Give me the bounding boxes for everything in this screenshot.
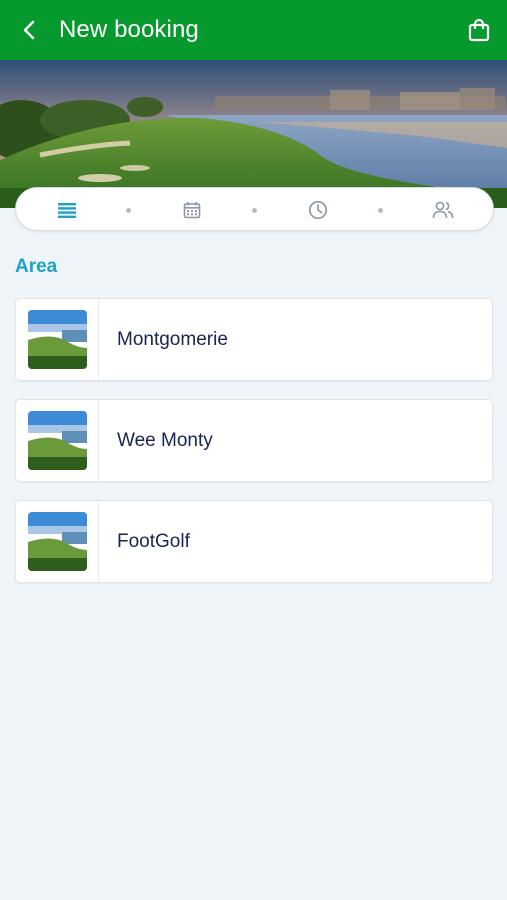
step-separator — [252, 208, 257, 213]
shopping-bag-icon — [468, 18, 490, 42]
area-thumbnail — [27, 411, 87, 470]
cart-button[interactable] — [465, 16, 493, 44]
area-card-wee-monty[interactable]: Wee Monty — [15, 399, 493, 482]
thumbnail-container — [16, 400, 99, 481]
area-name: Wee Monty — [117, 429, 213, 451]
booking-stepper — [15, 187, 494, 231]
users-icon — [432, 201, 454, 219]
calendar-icon — [183, 202, 201, 219]
page-title: New booking — [59, 16, 199, 43]
area-name: FootGolf — [117, 530, 190, 552]
thumbnail-container — [16, 299, 99, 380]
step-separator — [378, 208, 383, 213]
clock-icon — [308, 200, 328, 220]
step-players[interactable] — [430, 197, 456, 223]
thumbnail-container — [16, 501, 99, 582]
area-card-montgomerie[interactable]: Montgomerie — [15, 298, 493, 381]
golf-course-image — [0, 60, 507, 208]
step-date[interactable] — [179, 197, 205, 223]
area-name: Montgomerie — [117, 328, 228, 350]
step-area[interactable] — [54, 197, 80, 223]
area-thumbnail — [27, 512, 87, 571]
area-thumbnail — [27, 310, 87, 369]
list-icon — [58, 203, 76, 218]
app-bar: New booking — [0, 0, 507, 60]
hero-image — [0, 60, 507, 208]
area-card-footgolf[interactable]: FootGolf — [15, 500, 493, 583]
back-button[interactable] — [8, 0, 52, 60]
section-title: Area — [15, 256, 58, 277]
step-time[interactable] — [305, 197, 331, 223]
step-separator — [126, 208, 131, 213]
chevron-left-icon — [23, 20, 35, 40]
